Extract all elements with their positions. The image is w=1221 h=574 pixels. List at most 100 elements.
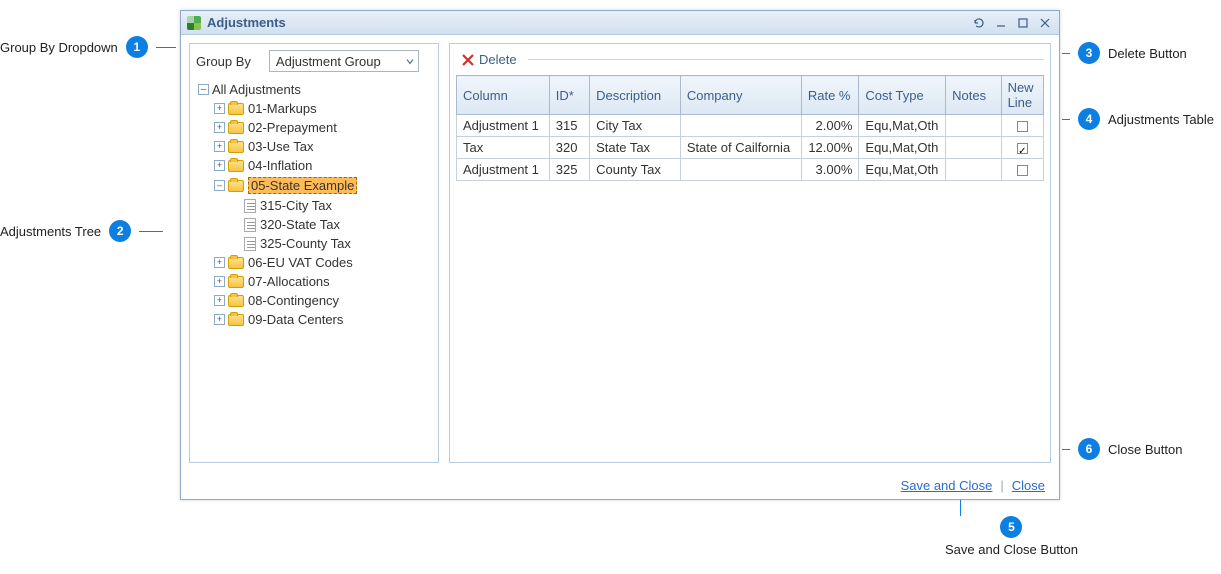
folder-icon xyxy=(228,295,244,307)
expand-toggle[interactable]: + xyxy=(214,295,225,306)
cell-cost-type[interactable]: Equ,Mat,Oth xyxy=(859,115,946,137)
tree-panel: Group By Adjustment Group – All Adjustme… xyxy=(189,43,439,463)
item-label: 315-City Tax xyxy=(260,198,332,213)
checkbox[interactable] xyxy=(1017,165,1028,176)
cell-company[interactable] xyxy=(680,159,801,181)
tree-folder[interactable]: +06-EU VAT Codes xyxy=(214,253,434,272)
tree-folder[interactable]: +02-Prepayment xyxy=(214,118,434,137)
adjustments-table: Column ID* Description Company Rate % Co… xyxy=(456,75,1044,181)
tree-folder[interactable]: +04-Inflation xyxy=(214,156,434,175)
cell-company[interactable]: State of Cailfornia xyxy=(680,137,801,159)
minimize-icon[interactable] xyxy=(991,15,1011,31)
cell-rate[interactable]: 12.00% xyxy=(801,137,859,159)
maximize-icon[interactable] xyxy=(1013,15,1033,31)
callout-badge: 6 xyxy=(1078,438,1100,460)
expand-toggle[interactable]: + xyxy=(214,314,225,325)
tree-folder[interactable]: – 05-State Example xyxy=(214,175,434,196)
cell-column[interactable]: Adjustment 1 xyxy=(457,115,550,137)
callout-label: Save and Close Button xyxy=(945,542,1078,557)
chevron-down-icon xyxy=(406,54,414,69)
cell-new-line[interactable] xyxy=(1001,137,1043,159)
cell-column[interactable]: Tax xyxy=(457,137,550,159)
folder-label: 09-Data Centers xyxy=(248,312,343,327)
callout-badge: 4 xyxy=(1078,108,1100,130)
table-row[interactable]: Adjustment 1325County Tax 3.00%Equ,Mat,Ot… xyxy=(457,159,1044,181)
cell-cost-type[interactable]: Equ,Mat,Oth xyxy=(859,159,946,181)
tree-item[interactable]: 315-City Tax xyxy=(230,196,434,215)
table-row[interactable]: Tax320State TaxState of Cailfornia12.00%… xyxy=(457,137,1044,159)
expand-toggle[interactable]: + xyxy=(214,122,225,133)
app-icon xyxy=(187,16,201,30)
cell-rate[interactable]: 2.00% xyxy=(801,115,859,137)
tree-folder[interactable]: +07-Allocations xyxy=(214,272,434,291)
expand-toggle[interactable]: – xyxy=(214,180,225,191)
th-notes[interactable]: Notes xyxy=(946,76,1001,115)
expand-toggle[interactable]: + xyxy=(214,257,225,268)
folder-label: 03-Use Tax xyxy=(248,139,314,154)
callout-label: Adjustments Tree xyxy=(0,224,101,239)
expand-toggle[interactable]: + xyxy=(214,141,225,152)
th-id[interactable]: ID* xyxy=(549,76,589,115)
tree-folder[interactable]: +08-Contingency xyxy=(214,291,434,310)
save-and-close-button[interactable]: Save and Close xyxy=(901,478,993,493)
cell-id[interactable]: 320 xyxy=(549,137,589,159)
checkbox[interactable] xyxy=(1017,143,1028,154)
cell-cost-type[interactable]: Equ,Mat,Oth xyxy=(859,137,946,159)
checkbox[interactable] xyxy=(1017,121,1028,132)
item-label: 320-State Tax xyxy=(260,217,340,232)
file-icon xyxy=(244,218,256,232)
folder-label: 05-State Example xyxy=(248,177,357,194)
file-icon xyxy=(244,199,256,213)
th-description[interactable]: Description xyxy=(590,76,681,115)
th-column[interactable]: Column xyxy=(457,76,550,115)
refresh-icon[interactable] xyxy=(969,15,989,31)
table-row[interactable]: Adjustment 1315City Tax 2.00%Equ,Mat,Oth xyxy=(457,115,1044,137)
cell-column[interactable]: Adjustment 1 xyxy=(457,159,550,181)
folder-icon xyxy=(228,122,244,134)
tree-item[interactable]: 320-State Tax xyxy=(230,215,434,234)
cell-notes[interactable] xyxy=(946,115,1001,137)
callout-badge: 3 xyxy=(1078,42,1100,64)
expand-toggle[interactable]: + xyxy=(214,160,225,171)
adjustments-tree[interactable]: – All Adjustments +01-Markups+02-Prepaym… xyxy=(196,80,434,458)
tree-root-label: All Adjustments xyxy=(212,82,301,97)
tree-folder[interactable]: +03-Use Tax xyxy=(214,137,434,156)
cell-description[interactable]: City Tax xyxy=(590,115,681,137)
dropdown-value: Adjustment Group xyxy=(276,54,381,69)
cell-rate[interactable]: 3.00% xyxy=(801,159,859,181)
group-by-dropdown[interactable]: Adjustment Group xyxy=(269,50,419,72)
folder-icon xyxy=(228,257,244,269)
cell-notes[interactable] xyxy=(946,137,1001,159)
tree-folder[interactable]: +01-Markups xyxy=(214,99,434,118)
tree-folder[interactable]: +09-Data Centers xyxy=(214,310,434,329)
callout-label: Group By Dropdown xyxy=(0,40,118,55)
folder-label: 08-Contingency xyxy=(248,293,339,308)
th-company[interactable]: Company xyxy=(680,76,801,115)
item-label: 325-County Tax xyxy=(260,236,351,251)
cell-company[interactable] xyxy=(680,115,801,137)
tree-root[interactable]: – All Adjustments xyxy=(198,80,434,99)
th-new-line[interactable]: New Line xyxy=(1001,76,1043,115)
folder-icon xyxy=(228,314,244,326)
cell-description[interactable]: State Tax xyxy=(590,137,681,159)
close-icon[interactable] xyxy=(1035,15,1055,31)
cell-new-line[interactable] xyxy=(1001,115,1043,137)
th-cost-type[interactable]: Cost Type xyxy=(859,76,946,115)
cell-new-line[interactable] xyxy=(1001,159,1043,181)
expand-toggle[interactable]: – xyxy=(198,84,209,95)
folder-icon xyxy=(228,160,244,172)
adjustments-window: Adjustments Group By Adjustment Group xyxy=(180,10,1060,500)
cell-id[interactable]: 315 xyxy=(549,115,589,137)
tree-item[interactable]: 325-County Tax xyxy=(230,234,434,253)
expand-toggle[interactable]: + xyxy=(214,103,225,114)
delete-button[interactable]: Delete xyxy=(456,50,522,69)
close-button[interactable]: Close xyxy=(1012,478,1045,493)
cell-description[interactable]: County Tax xyxy=(590,159,681,181)
folder-label: 01-Markups xyxy=(248,101,317,116)
expand-toggle[interactable]: + xyxy=(214,276,225,287)
window-title: Adjustments xyxy=(207,15,286,30)
th-rate[interactable]: Rate % xyxy=(801,76,859,115)
cell-id[interactable]: 325 xyxy=(549,159,589,181)
cell-notes[interactable] xyxy=(946,159,1001,181)
group-by-label: Group By xyxy=(196,54,251,69)
